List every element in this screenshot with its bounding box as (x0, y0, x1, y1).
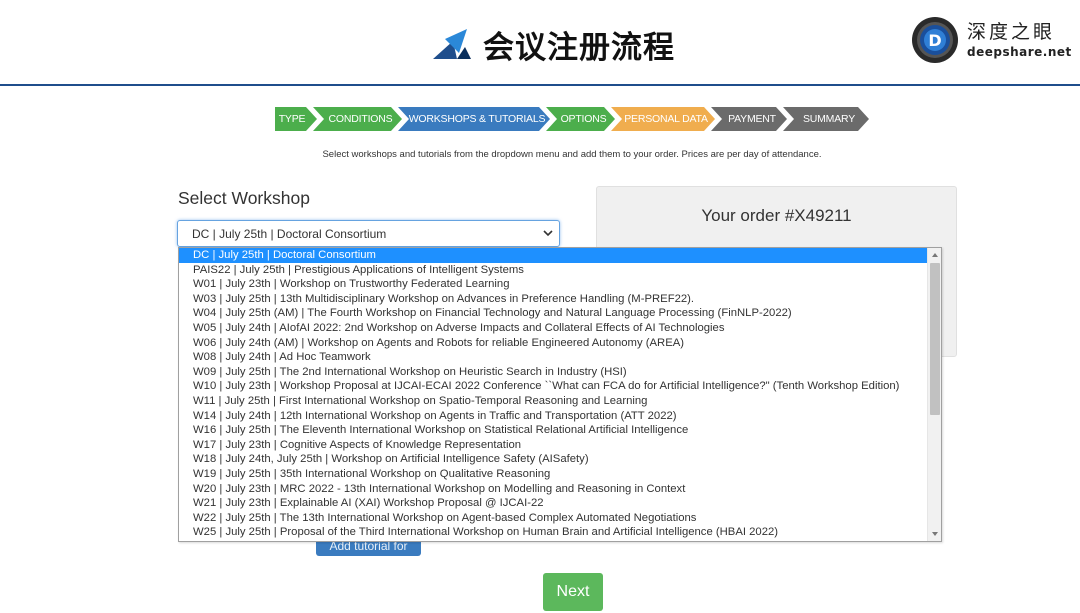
workshop-option[interactable]: W08 | July 24th | Ad Hoc Teamwork (179, 350, 928, 365)
workshop-option[interactable]: W21 | July 23th | Explainable AI (XAI) W… (179, 496, 928, 511)
workshop-option[interactable]: W05 | July 24th | AIofAI 2022: 2nd Works… (179, 321, 928, 336)
workshop-option[interactable]: DC | July 25th | Doctoral Consortium (179, 248, 928, 263)
brand-name: 深度之眼 (967, 21, 1056, 43)
workshop-option[interactable]: W19 | July 25th | 35th International Wor… (179, 467, 928, 482)
brand-url: deepshare.net (967, 45, 1072, 59)
workshop-select[interactable]: DC | July 25th | Doctoral Consortium (177, 220, 560, 247)
step-label: PERSONAL DATA (624, 113, 708, 125)
step-summary[interactable]: SUMMARY (783, 107, 869, 131)
workshop-option[interactable]: W03 | July 25th | 13th Multidisciplinary… (179, 292, 928, 307)
scrollbar-thumb[interactable] (930, 263, 940, 415)
triangle-logo-icon (433, 29, 471, 59)
workshop-option[interactable]: W10 | July 23th | Workshop Proposal at I… (179, 379, 928, 394)
slide-title-group: 会议注册流程 (431, 22, 675, 66)
step-conditions[interactable]: CONDITIONS (313, 107, 402, 131)
chevron-down-icon (543, 230, 553, 237)
workshop-option[interactable]: W06 | July 24th (AM) | Workshop on Agent… (179, 336, 928, 351)
select-workshop-label: Select Workshop (178, 188, 310, 208)
step-payment[interactable]: PAYMENT (711, 107, 787, 131)
dropdown-scrollbar[interactable] (927, 248, 941, 541)
scroll-down-arrow-icon[interactable] (928, 527, 941, 541)
next-button[interactable]: Next (543, 573, 603, 611)
step-label: CONDITIONS (328, 113, 393, 125)
slide-header: 会议注册流程 D 深度之眼 deepshare.net (0, 0, 1080, 86)
scroll-up-arrow-icon[interactable] (928, 248, 941, 262)
instructions-text: Select workshops and tutorials from the … (322, 149, 822, 160)
workshop-option[interactable]: PAIS22 | July 25th | Prestigious Applica… (179, 263, 928, 278)
workshop-option[interactable]: W25 | July 25th | Proposal of the Third … (179, 525, 928, 540)
step-label: SUMMARY (802, 113, 856, 125)
step-type[interactable]: TYPE (275, 107, 317, 131)
workshop-option[interactable]: W09 | July 25th | The 2nd International … (179, 365, 928, 380)
workshop-option[interactable]: W14 | July 24th | 12th International Wor… (179, 409, 928, 424)
header-divider (0, 84, 1080, 86)
step-options[interactable]: OPTIONS (546, 107, 615, 131)
step-label: WORKSHOPS & TUTORIALS (408, 113, 546, 125)
step-label: PAYMENT (728, 113, 776, 125)
workshop-option[interactable]: W11 | July 25th | First International Wo… (179, 394, 928, 409)
step-label: TYPE (278, 113, 306, 125)
workshop-option[interactable]: W22 | July 25th | The 13th International… (179, 511, 928, 526)
workshop-option[interactable]: W20 | July 23th | MRC 2022 - 13th Intern… (179, 482, 928, 497)
eye-logo-icon: D (912, 17, 958, 63)
workshop-dropdown-list[interactable]: DC | July 25th | Doctoral Consortium PAI… (178, 247, 942, 542)
workshop-select-value: DC | July 25th | Doctoral Consortium (192, 226, 387, 241)
brand: D 深度之眼 deepshare.net (911, 16, 1072, 64)
workshop-option[interactable]: W04 | July 25th (AM) | The Fourth Worksh… (179, 306, 928, 321)
workshop-option[interactable]: W18 | July 24th, July 25th | Workshop on… (179, 452, 928, 467)
slide-title: 会议注册流程 (483, 29, 675, 66)
step-workshops-tutorials[interactable]: WORKSHOPS & TUTORIALS (398, 107, 550, 131)
workshop-option[interactable]: W01 | July 23th | Workshop on Trustworth… (179, 277, 928, 292)
brand-text: 深度之眼 deepshare.net (967, 20, 1072, 60)
step-label: OPTIONS (560, 113, 607, 125)
workshop-options: DC | July 25th | Doctoral Consortium PAI… (179, 248, 928, 540)
step-personal-data[interactable]: PERSONAL DATA (611, 107, 715, 131)
workshop-option[interactable]: W17 | July 23th | Cognitive Aspects of K… (179, 438, 928, 453)
eye-logo-letter: D (928, 31, 941, 50)
order-title: Your order #X49211 (701, 206, 852, 225)
workshop-option[interactable]: W16 | July 25th | The Eleventh Internati… (179, 423, 928, 438)
